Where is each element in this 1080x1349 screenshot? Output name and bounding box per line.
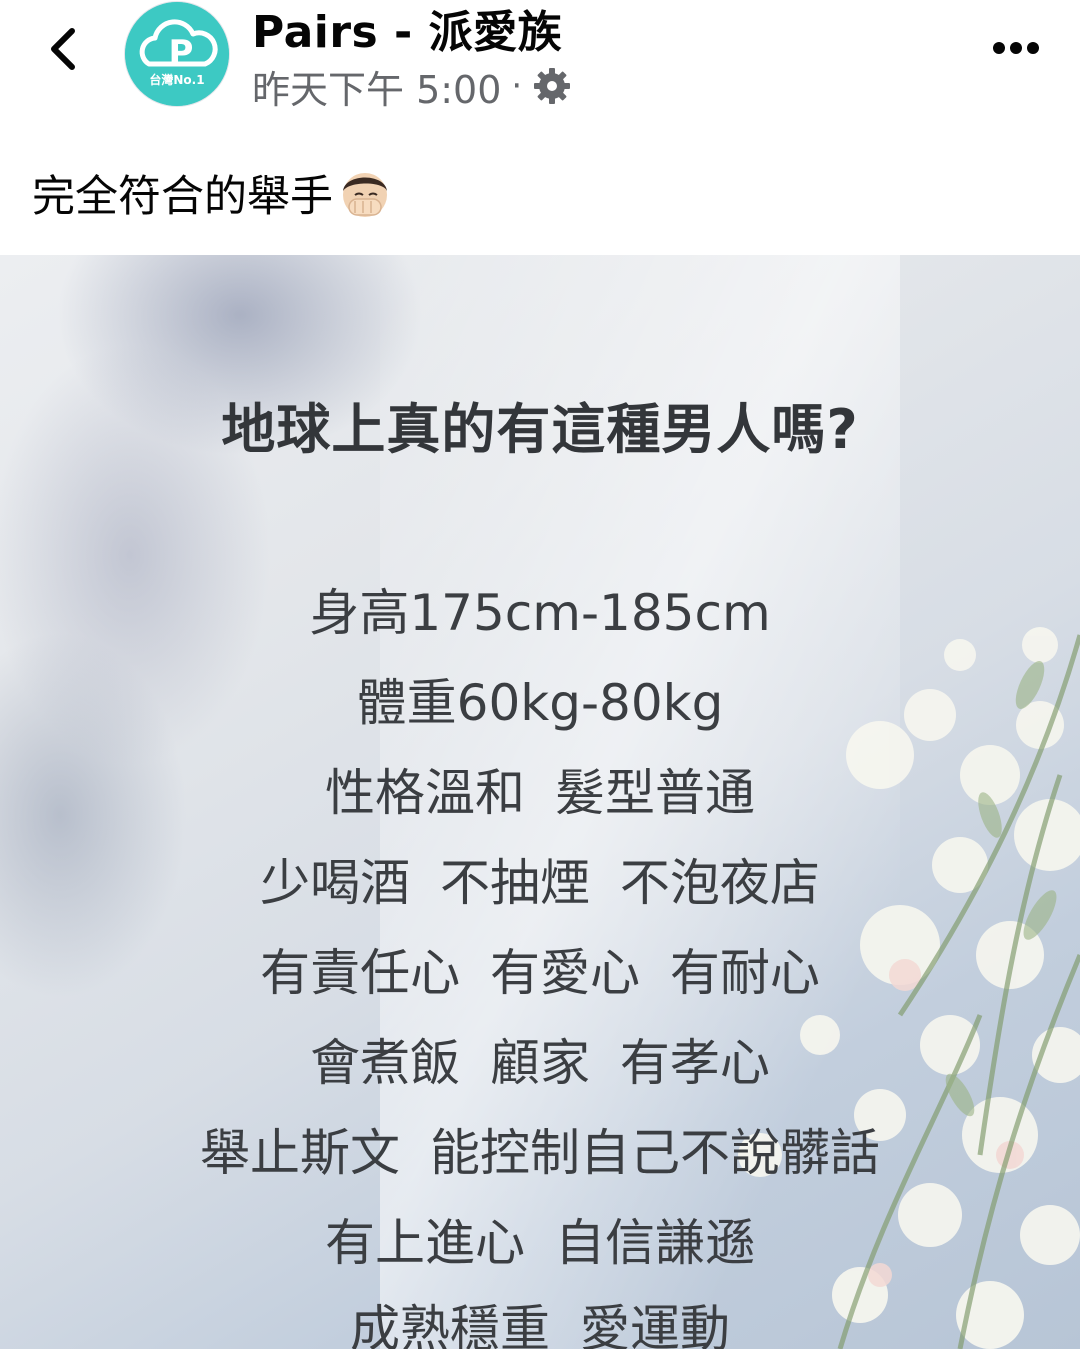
image-line-personality: 性格溫和 髮型普通	[325, 764, 755, 822]
post-image[interactable]: 地球上真的有這種男人嗎? 身高175cm-185cm 體重60kg-80kg 性…	[0, 255, 1080, 1349]
page-name[interactable]: Pairs - 派愛族	[252, 0, 562, 60]
meta-separator: ·	[511, 66, 523, 106]
post-header: P 台灣No.1 Pairs - 派愛族 昨天下午 5:00 ·	[0, 0, 1080, 125]
chevron-left-icon	[51, 28, 75, 70]
more-horizontal-icon	[993, 42, 1039, 54]
post-timestamp[interactable]: 昨天下午 5:00	[252, 59, 501, 114]
more-options-button[interactable]	[990, 30, 1042, 66]
image-line-habits: 少喝酒 不抽煙 不泡夜店	[260, 854, 820, 912]
caption-text: 完全符合的舉手	[32, 172, 333, 222]
image-line-maturity: 成熟穩重 愛運動	[350, 1300, 730, 1349]
image-line-responsibility: 有責任心 有愛心 有耐心	[260, 944, 820, 1002]
image-line-manners: 舉止斯文 能控制自己不說髒話	[200, 1124, 880, 1182]
image-title: 地球上真的有這種男人嗎?	[221, 398, 859, 461]
post-meta: 昨天下午 5:00 ·	[252, 60, 572, 112]
image-line-height: 身高175cm-185cm	[309, 584, 771, 642]
image-line-family: 會煮飯 顧家 有孝心	[310, 1034, 770, 1092]
page-avatar[interactable]: P 台灣No.1	[125, 2, 229, 106]
image-line-weight: 體重60kg-80kg	[356, 674, 724, 732]
avatar-badge: 台灣No.1	[149, 72, 204, 87]
avatar-letter: P	[169, 33, 194, 73]
gear-icon	[534, 68, 571, 104]
back-button[interactable]	[38, 24, 88, 74]
pairs-logo-icon: P 台灣No.1	[125, 2, 229, 106]
image-line-ambition: 有上進心 自信謙遜	[325, 1214, 755, 1272]
face-palm-emoji	[343, 173, 387, 217]
post-caption: 完全符合的舉手	[32, 162, 393, 224]
